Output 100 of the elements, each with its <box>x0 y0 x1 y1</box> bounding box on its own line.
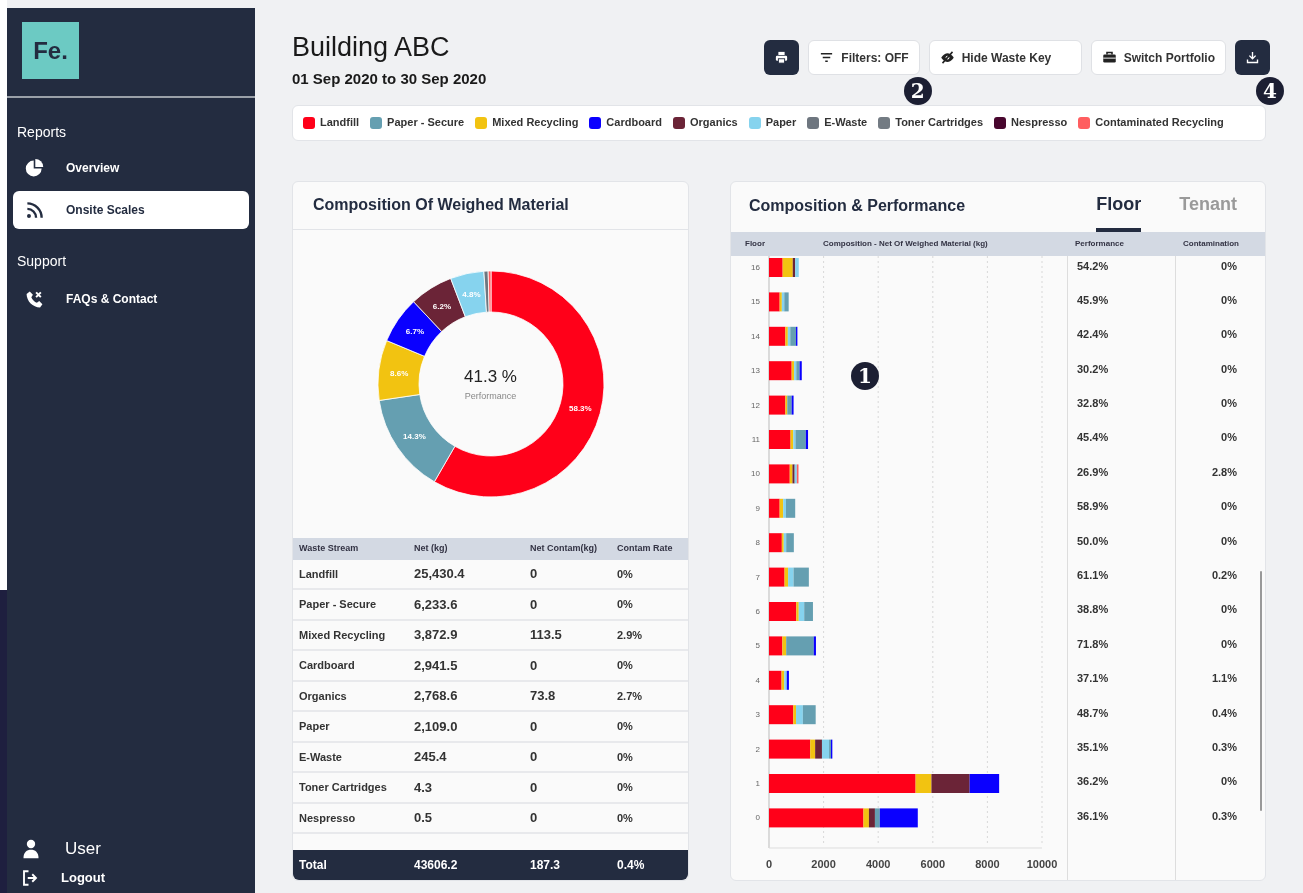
table-cell-text: 36.1% <box>1076 808 1110 824</box>
portfolio-button[interactable]: Switch Portfolio <box>1090 40 1226 75</box>
table-cell-text: 4.3 <box>414 778 434 797</box>
nav-item[interactable]: FAQs & Contact <box>13 280 249 318</box>
scrollbar-thumb[interactable] <box>1260 570 1262 811</box>
card-title: Composition & Performance <box>749 195 966 216</box>
performance-value: 41.3 % <box>464 366 517 388</box>
floor-label: 10 <box>751 468 760 478</box>
table-cell-text: 245.4 <box>414 748 448 766</box>
table-cell-text: 45.4% <box>1076 430 1110 446</box>
floor-label: 6 <box>755 606 760 616</box>
logo: Fe. <box>22 22 79 79</box>
floor-label: 16 <box>751 262 760 272</box>
table-cell-text: 35.1% <box>1076 739 1110 755</box>
slice-label: 6.2% <box>432 301 451 311</box>
table-cell-text: Landfill <box>299 566 340 582</box>
table-cell-text: 0% <box>1220 258 1238 274</box>
table-cell-text: 6,233.6 <box>414 595 459 614</box>
table-cell-text: 0% <box>617 749 634 765</box>
table-cell-text: 37.1% <box>1076 671 1110 687</box>
table-cell-text: Mixed Recycling <box>299 627 387 643</box>
axis-tick-label: 6000 <box>920 857 946 870</box>
nav-item[interactable]: Overview <box>13 149 249 187</box>
table-cell-text: 0% <box>1220 292 1238 308</box>
table-cell-text: 43606.2 <box>414 857 459 874</box>
table-cell-text: 0.4% <box>1210 705 1238 721</box>
column-header: Contam Rate <box>617 541 674 555</box>
bar-segment <box>969 773 1000 793</box>
column-header: Floor <box>745 237 765 250</box>
logout-link[interactable]: Logout <box>7 863 255 893</box>
table-cell-text: 32.8% <box>1076 396 1110 412</box>
column-header: Contamination <box>1182 237 1240 250</box>
floor-label: 14 <box>751 331 760 341</box>
table-cell-text: 2.7% <box>617 688 644 704</box>
user-name: User <box>65 838 101 861</box>
table-cell-text: 0% <box>1220 774 1238 790</box>
table-cell-text: 42.4% <box>1076 327 1110 343</box>
table-cell-text: 0% <box>1220 327 1238 343</box>
table-cell-text: 0% <box>1220 602 1238 618</box>
table-cell-text: 2,941.5 <box>414 656 459 675</box>
floor-label: 8 <box>755 537 760 547</box>
pie-chart-icon <box>25 158 44 178</box>
print-button[interactable] <box>764 40 800 75</box>
floor-label: 0 <box>755 812 760 822</box>
floor-label: 15 <box>751 296 760 306</box>
floor-label: 11 <box>751 434 760 444</box>
floor-label: 1 <box>755 778 760 788</box>
table-cell-text: 26.9% <box>1076 464 1110 480</box>
filter-icon <box>819 50 835 65</box>
download-button[interactable] <box>1235 40 1270 75</box>
floor-label: 7 <box>755 572 760 582</box>
table-cell-text: 36.2% <box>1076 774 1110 790</box>
callout-badge: 2 <box>903 77 932 105</box>
slice-label: 14.3% <box>402 431 426 441</box>
table-cell-text: 113.5 <box>530 626 563 644</box>
table-cell-text: 45.9% <box>1076 292 1110 308</box>
legend-label: Mixed Recycling <box>492 115 579 131</box>
eye-slash-icon <box>939 50 955 65</box>
legend-label: Landfill <box>320 115 360 131</box>
table-cell-text: Organics <box>299 688 348 704</box>
column-header: Waste Stream <box>299 541 360 555</box>
table-cell-text: 0 <box>530 809 539 827</box>
column-header: Composition - Net Of Weighed Material (kg) <box>823 237 988 250</box>
table-cell-text: 2.8% <box>1210 464 1238 480</box>
table-cell-text: 0 <box>530 778 539 797</box>
column-header: Net Contam(kg) <box>530 541 598 555</box>
hide-button[interactable]: Hide Waste Key <box>928 40 1082 75</box>
user-icon <box>21 838 41 860</box>
date-range: 01 Sep 2020 to 30 Sep 2020 <box>292 69 487 89</box>
legend-label: Contaminated Recycling <box>1095 115 1224 131</box>
axis-tick-label: 2000 <box>811 857 836 870</box>
axis-tick-label: 10000 <box>1026 857 1058 870</box>
table-cell-text: 58.9% <box>1076 499 1110 515</box>
nav-item[interactable]: Onsite Scales <box>13 191 249 229</box>
table-cell-text: 54.2% <box>1076 258 1110 274</box>
section-heading: Reports <box>16 123 68 142</box>
table-cell-text: 73.8 <box>530 687 557 705</box>
table-cell-text: 0% <box>617 810 634 826</box>
legend-label: Paper - Secure <box>387 115 465 131</box>
bar-segment <box>804 601 813 621</box>
table-cell-text: 71.8% <box>1076 636 1110 652</box>
table-cell-text: 3,872.9 <box>414 626 459 644</box>
column-header: Performance <box>1074 237 1125 250</box>
table-cell-text: 0% <box>1220 499 1238 515</box>
legend-label: Organics <box>690 115 738 131</box>
floor-label: 9 <box>755 503 760 513</box>
table-cell-text: 48.7% <box>1076 705 1110 721</box>
table-cell-text: 0% <box>1220 533 1238 549</box>
table-cell-text: 61.1% <box>1076 568 1110 583</box>
table-cell-text: 0.3% <box>1210 739 1238 755</box>
axis-tick-label: 4000 <box>865 857 891 870</box>
table-cell-text: 0% <box>1220 396 1238 412</box>
table-cell-text: 0% <box>617 566 634 582</box>
legend-label: E-Waste <box>824 115 868 131</box>
axis-tick-label: 8000 <box>975 857 1000 870</box>
phone-icon <box>25 289 44 309</box>
table-cell-text: 0 <box>530 595 539 614</box>
filter-button[interactable]: Filters: OFF <box>808 40 920 75</box>
floor-label: 5 <box>755 640 760 650</box>
column-header: Net (kg) <box>414 541 449 555</box>
